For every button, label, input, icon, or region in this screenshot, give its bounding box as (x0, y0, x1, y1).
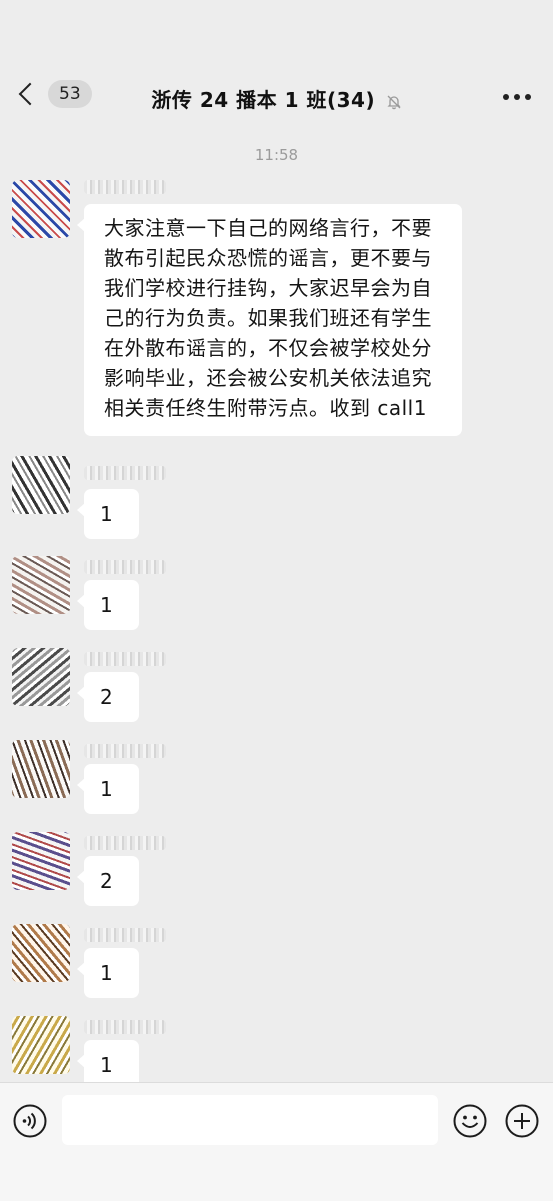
avatar[interactable] (12, 1016, 70, 1074)
message-input[interactable] (62, 1095, 438, 1145)
avatar[interactable] (12, 180, 70, 238)
sender-nickname (84, 652, 166, 666)
voice-icon[interactable] (12, 1103, 48, 1139)
more-icon (503, 94, 509, 100)
avatar[interactable] (12, 924, 70, 982)
sender-nickname (84, 836, 166, 850)
avatar[interactable] (12, 556, 70, 614)
sender-nickname (84, 928, 166, 942)
sender-nickname (84, 560, 166, 574)
input-bar (0, 1082, 553, 1201)
message-bubble[interactable]: 1 (77, 764, 139, 814)
sender-nickname (84, 466, 166, 480)
message-bubble[interactable]: 2 (77, 856, 139, 906)
chat-title-area[interactable]: 浙传 24 播本 1 班(34) (0, 84, 553, 113)
emoji-icon[interactable] (452, 1103, 488, 1139)
chat-title: 浙传 24 播本 1 班(34) (151, 88, 376, 112)
plus-icon[interactable] (504, 1103, 540, 1139)
avatar[interactable] (12, 456, 70, 514)
sender-nickname (84, 744, 166, 758)
message-bubble[interactable]: 大家注意一下自己的网络言行，不要散布引起民众恐慌的谣言，更不要与我们学校进行挂钩… (77, 204, 462, 436)
sender-nickname (84, 180, 166, 194)
message-bubble[interactable]: 2 (77, 672, 139, 722)
avatar[interactable] (12, 832, 70, 890)
avatar[interactable] (12, 648, 70, 706)
message-timestamp: 11:58 (254, 146, 299, 164)
message-bubble[interactable]: 1 (77, 948, 139, 998)
message-bubble[interactable]: 1 (77, 580, 139, 630)
bell-off-icon (387, 95, 401, 109)
more-button[interactable] (503, 94, 531, 100)
avatar[interactable] (12, 740, 70, 798)
message-bubble[interactable]: 1 (77, 489, 139, 539)
sender-nickname (84, 1020, 166, 1034)
chat-header: 53 浙传 24 播本 1 班(34) (0, 58, 553, 138)
